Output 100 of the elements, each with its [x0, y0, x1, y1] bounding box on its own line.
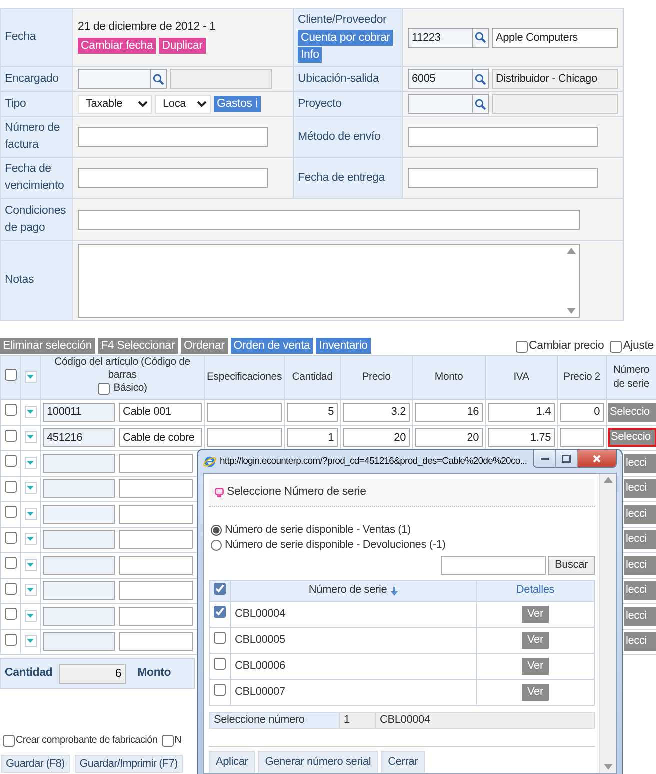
checkbox[interactable]: [214, 606, 226, 618]
radio-button[interactable]: [211, 540, 222, 551]
close-button[interactable]: [578, 450, 616, 467]
code-field[interactable]: [43, 606, 115, 626]
checkbox[interactable]: [214, 582, 226, 595]
action-button[interactable]: Cuenta por cobrar: [298, 30, 394, 46]
lookup-field[interactable]: 6005: [408, 69, 472, 89]
checkbox[interactable]: [4, 557, 16, 570]
text-field[interactable]: [78, 127, 268, 147]
arrow-down-icon[interactable]: [604, 764, 612, 770]
search-button[interactable]: [472, 94, 489, 114]
name-field[interactable]: [119, 479, 193, 498]
checkbox[interactable]: [4, 608, 16, 620]
text-field[interactable]: [78, 210, 580, 230]
lookup-field[interactable]: 11223: [408, 28, 472, 48]
search-button[interactable]: [472, 28, 489, 48]
dropdown-button[interactable]: [24, 456, 36, 469]
checkbox[interactable]: [214, 684, 226, 696]
dropdown-button[interactable]: [24, 406, 36, 418]
name-field[interactable]: [119, 581, 193, 600]
dropdown-button[interactable]: [24, 431, 36, 444]
toolbar-button[interactable]: Orden de venta: [230, 338, 314, 354]
code-field[interactable]: [43, 581, 115, 600]
scrollbar[interactable]: [599, 474, 616, 773]
checkbox[interactable]: [4, 455, 16, 468]
checkbox[interactable]: [4, 480, 16, 493]
text-field[interactable]: [408, 127, 598, 147]
amount-field[interactable]: 16: [415, 402, 483, 422]
checkbox[interactable]: [162, 735, 174, 747]
checkbox[interactable]: [98, 382, 110, 395]
checkbox[interactable]: [3, 735, 15, 747]
action-button[interactable]: Duplicar: [159, 38, 206, 54]
name-field[interactable]: [119, 504, 193, 524]
tax-field[interactable]: 1.75: [488, 428, 555, 448]
save-button[interactable]: Guardar/Imprimir (F7): [74, 755, 183, 773]
name-field[interactable]: [119, 632, 193, 652]
dropdown-button[interactable]: [24, 533, 36, 546]
price-field[interactable]: 3.2: [343, 402, 410, 422]
code-field[interactable]: [43, 479, 115, 498]
code-field[interactable]: [43, 632, 115, 652]
dropdown-button[interactable]: [24, 635, 36, 648]
dropdown-button[interactable]: [24, 508, 36, 520]
search-button[interactable]: Buscar: [548, 556, 595, 575]
name-field[interactable]: Cable 001: [119, 402, 202, 422]
arrow-up-icon[interactable]: [567, 248, 576, 254]
checkbox[interactable]: [4, 506, 16, 518]
dialog-button[interactable]: Generar número serial: [258, 751, 378, 773]
total-field[interactable]: 6: [58, 664, 126, 684]
action-button[interactable]: Gastos i: [214, 96, 261, 112]
checkbox[interactable]: [610, 341, 622, 354]
code-field[interactable]: 100011: [43, 402, 115, 422]
price-field[interactable]: [560, 428, 604, 448]
checkbox[interactable]: [4, 430, 16, 442]
quantity-field[interactable]: 5: [287, 402, 338, 422]
dropdown-button[interactable]: [24, 610, 36, 622]
arrow-down-icon[interactable]: [567, 308, 576, 314]
minimize-button[interactable]: [534, 450, 556, 467]
lookup-field[interactable]: [408, 94, 472, 114]
dropdown-button[interactable]: [24, 584, 36, 596]
select-field[interactable]: Taxable: [78, 94, 152, 114]
checkbox[interactable]: [4, 404, 16, 416]
checkbox[interactable]: [214, 658, 226, 670]
dialog-button[interactable]: Cerrar: [381, 751, 426, 773]
lookup-field[interactable]: [78, 69, 150, 89]
sort-arrow-icon[interactable]: [391, 586, 398, 596]
select-field[interactable]: Loca: [155, 94, 211, 114]
checkbox[interactable]: [4, 582, 16, 595]
maximize-button[interactable]: [556, 450, 578, 467]
search-field[interactable]: [440, 556, 546, 575]
price-field[interactable]: 0: [560, 402, 604, 422]
name-field[interactable]: [119, 556, 193, 575]
checkbox[interactable]: [516, 341, 528, 354]
action-button[interactable]: Cambiar fecha: [78, 38, 156, 54]
specs-field[interactable]: [207, 428, 282, 448]
name-field[interactable]: [119, 606, 193, 626]
name-field[interactable]: Cable de cobre: [119, 428, 202, 448]
name-field[interactable]: [119, 530, 193, 550]
checkbox[interactable]: [4, 634, 16, 646]
checkbox[interactable]: [4, 532, 16, 544]
text-field[interactable]: [78, 168, 268, 188]
code-field[interactable]: 451216: [43, 428, 115, 448]
dropdown-button[interactable]: [24, 558, 36, 571]
name-field[interactable]: [119, 454, 193, 473]
quantity-field[interactable]: 1: [287, 428, 338, 448]
search-button[interactable]: [150, 69, 167, 89]
arrow-up-icon[interactable]: [604, 477, 612, 483]
action-button[interactable]: Info: [298, 46, 322, 63]
price-field[interactable]: 20: [343, 428, 410, 448]
save-button[interactable]: Guardar (F8): [1, 755, 70, 773]
tax-field[interactable]: 1.4: [488, 402, 555, 422]
dropdown-button[interactable]: [24, 371, 36, 384]
text-field[interactable]: [408, 168, 598, 188]
code-field[interactable]: [43, 454, 115, 473]
text-field[interactable]: Apple Computers: [492, 28, 618, 48]
amount-field[interactable]: 20: [415, 428, 483, 448]
toolbar-button[interactable]: Inventario: [316, 338, 371, 354]
notes-field[interactable]: [78, 244, 580, 318]
radio-button[interactable]: [211, 525, 222, 536]
code-field[interactable]: [43, 556, 115, 575]
search-button[interactable]: [472, 69, 489, 89]
